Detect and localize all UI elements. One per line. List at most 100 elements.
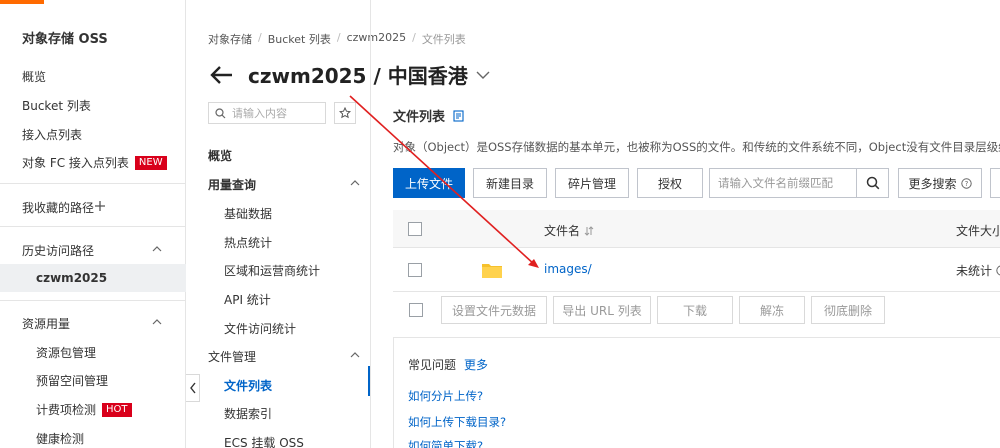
more-search-button[interactable]: 更多搜索 ? [898, 168, 982, 198]
new-directory-button[interactable]: 新建目录 [473, 168, 547, 198]
search-icon [866, 176, 879, 190]
oss-console: 对象存储 OSS 概览 Bucket 列表 接入点列表 对象 FC 接入点列表 … [0, 0, 1000, 448]
row-size: 未统计 [956, 262, 1000, 279]
nav-divider [0, 300, 186, 301]
nav-item-label: Bucket 列表 [22, 99, 91, 113]
star-icon [339, 107, 351, 119]
upload-file-button[interactable]: 上传文件 [393, 168, 465, 198]
faq-more-link[interactable]: 更多 [464, 356, 488, 373]
left-nav: 对象存储 OSS 概览 Bucket 列表 接入点列表 对象 FC 接入点列表 … [0, 0, 186, 448]
favorites-section: 我收藏的路径 [22, 201, 95, 215]
nav-item-reserved-space[interactable]: 预留空间管理 [36, 372, 108, 389]
export-url-button[interactable]: 导出 URL 列表 [553, 296, 651, 324]
back-arrow-icon[interactable] [208, 64, 234, 86]
page-title: czwm2025 / 中国香港 [248, 64, 468, 88]
folder-link[interactable]: images/ [544, 262, 592, 276]
sidebar-item-overview[interactable]: 概览 [208, 147, 232, 164]
sidebar-item-hotspot[interactable]: 热点统计 [224, 234, 272, 251]
nav-item-billing-check[interactable]: 计费项检测 HOT [36, 401, 132, 418]
breadcrumb: 对象存储 / Bucket 列表 / czwm2025 / 文件列表 [208, 31, 466, 47]
file-search-input[interactable]: 请输入文件名前缀匹配 [709, 168, 857, 198]
add-favorite-icon[interactable] [94, 200, 106, 212]
product-title: 对象存储 OSS [22, 32, 108, 47]
row-checkbox[interactable] [408, 263, 422, 277]
sidebar-item-file-list[interactable]: 文件列表 [224, 377, 272, 394]
faq-panel: 常见问题 更多 如何分片上传? 如何上传下载目录? 如何简单下载? [393, 337, 1000, 448]
faq-title: 常见问题 更多 [408, 356, 488, 373]
nav-item-label: 健康检测 [36, 432, 85, 446]
sidebar-item-data-index[interactable]: 数据索引 [224, 405, 272, 422]
chevron-up-icon[interactable] [350, 178, 360, 188]
help-icon: ? [960, 177, 972, 189]
nav-item-label: 计费项检测 [36, 403, 97, 417]
nav-item-label: 概览 [22, 70, 47, 84]
nav-divider [0, 226, 186, 227]
sidebar-search-input[interactable]: 请输入内容 [208, 102, 326, 124]
sidebar-item-ecs-mount[interactable]: ECS 挂载 OSS [224, 434, 304, 448]
toolbar-extra-button[interactable] [990, 168, 1000, 198]
nav-item-access-points[interactable]: 接入点列表 [22, 126, 82, 143]
chevron-up-icon[interactable] [152, 317, 162, 327]
authorize-button[interactable]: 授权 [637, 168, 703, 198]
breadcrumb-separator: / [258, 31, 262, 44]
resource-section: 资源用量 [22, 317, 71, 331]
unfreeze-button[interactable]: 解冻 [739, 296, 805, 324]
content-divider [370, 0, 371, 448]
favorite-button[interactable] [334, 102, 356, 124]
set-metadata-button[interactable]: 设置文件元数据 [441, 296, 547, 324]
column-header-name[interactable]: 文件名 [544, 222, 594, 239]
sidebar-item-basic-data[interactable]: 基础数据 [224, 205, 272, 222]
table-row[interactable]: images/ 未统计 [393, 248, 1000, 292]
fragment-management-button[interactable]: 碎片管理 [555, 168, 629, 198]
document-icon[interactable] [453, 109, 464, 122]
folder-icon [482, 264, 502, 278]
brand-accent-bar [0, 0, 44, 4]
new-badge: NEW [134, 155, 167, 170]
faq-link[interactable]: 如何上传下载目录? [408, 414, 506, 430]
permanent-delete-button[interactable]: 彻底删除 [811, 296, 885, 324]
breadcrumb-separator: / [336, 31, 341, 44]
breadcrumb-item[interactable]: 对象存储 [208, 31, 252, 47]
download-button[interactable]: 下载 [657, 296, 733, 324]
search-placeholder: 请输入内容 [232, 107, 287, 120]
nav-item-resource-pack[interactable]: 资源包管理 [36, 344, 96, 361]
breadcrumb-item[interactable]: Bucket 列表 [268, 31, 331, 47]
column-header-label: 文件名 [544, 224, 581, 238]
chevron-up-icon[interactable] [152, 244, 162, 254]
breadcrumb-item[interactable]: czwm2025 [347, 31, 407, 47]
column-header-size[interactable]: 文件大小 [956, 222, 1000, 239]
search-button[interactable] [857, 168, 889, 198]
nav-item-fc-access-points[interactable]: 对象 FC 接入点列表 NEW [22, 154, 167, 171]
description-text: 对象（Object）是OSS存储数据的基本单元，也被称为OSS的文件。和传统的文… [393, 140, 1000, 154]
select-all-checkbox[interactable] [408, 222, 422, 236]
svg-text:?: ? [964, 180, 968, 188]
sidebar-item-region-stats[interactable]: 区域和运营商统计 [224, 262, 320, 279]
nav-item-bucket-list[interactable]: Bucket 列表 [22, 97, 91, 114]
nav-item-label: 接入点列表 [22, 128, 83, 142]
section-title-text: 文件列表 [393, 110, 446, 125]
history-section: 历史访问路径 [22, 244, 95, 258]
nav-item-health-check[interactable]: 健康检测 [36, 430, 84, 447]
collapse-sidebar-button[interactable] [186, 374, 200, 402]
nav-divider [0, 183, 186, 184]
sidebar-item-file-access-stats[interactable]: 文件访问统计 [224, 320, 296, 337]
hot-badge: HOT [102, 402, 132, 417]
chevron-left-icon [189, 382, 196, 394]
info-icon[interactable] [996, 265, 1000, 276]
file-toolbar: 上传文件 新建目录 碎片管理 授权 [393, 168, 703, 198]
history-item-czwm2025[interactable]: czwm2025 [36, 271, 107, 285]
batch-select-checkbox[interactable] [409, 303, 423, 317]
nav-item-overview[interactable]: 概览 [22, 68, 46, 85]
sidebar-group-usage[interactable]: 用量查询 [208, 176, 256, 193]
sidebar-item-api-stats[interactable]: API 统计 [224, 291, 271, 308]
faq-link[interactable]: 如何分片上传? [408, 388, 483, 404]
batch-actions: 设置文件元数据 导出 URL 列表 下载 解冻 彻底删除 [393, 296, 885, 324]
faq-link[interactable]: 如何简单下载? [408, 438, 483, 448]
faq-title-text: 常见问题 [408, 358, 457, 372]
sidebar-group-file-mgmt[interactable]: 文件管理 [208, 348, 256, 365]
sort-icon [584, 225, 594, 236]
table-header: 文件名 文件大小 [393, 210, 1000, 248]
nav-item-label: 资源包管理 [36, 346, 97, 360]
chevron-up-icon[interactable] [350, 350, 360, 360]
chevron-down-icon[interactable] [476, 70, 490, 80]
